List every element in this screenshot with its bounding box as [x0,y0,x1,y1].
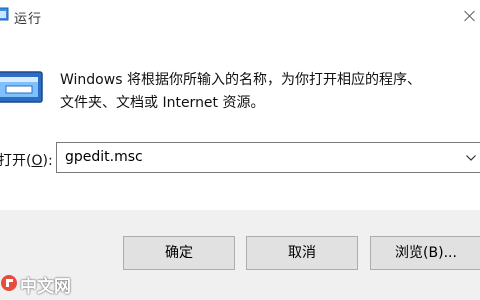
open-command-input[interactable]: gpedit.msc [65,149,143,165]
description-line-1: Windows 将根据你所输入的名称，为你打开相应的程序、 [60,72,421,88]
run-dialog: 运行 Windows 将根据你所输入的名称，为你打开相应的程序、 文件夹、文档或… [0,0,480,300]
open-command-combobox[interactable]: gpedit.msc [56,142,480,173]
window-title: 运行 [14,12,43,27]
cancel-button[interactable]: 取消 [246,236,358,270]
run-title-icon [0,7,9,21]
open-label-accelerator: O [31,153,43,169]
open-label-suffix: ): [42,153,53,169]
watermark: 中文网 [0,270,90,297]
open-field-label: 打开(O): [0,150,53,170]
close-button[interactable] [458,0,480,32]
run-app-icon [0,71,43,103]
open-label-prefix: 打开( [0,153,32,169]
title-bar: 运行 [0,0,480,32]
php-logo-icon [1,275,17,291]
description-line-2: 文件夹、文档或 Internet 资源。 [60,95,265,111]
browse-button[interactable]: 浏览(B)... [370,236,480,270]
watermark-text: 中文网 [20,277,71,297]
ok-button[interactable]: 确定 [123,236,235,270]
dialog-description: Windows 将根据你所输入的名称，为你打开相应的程序、 文件夹、文档或 In… [60,69,470,115]
chevron-down-icon[interactable] [466,155,476,161]
